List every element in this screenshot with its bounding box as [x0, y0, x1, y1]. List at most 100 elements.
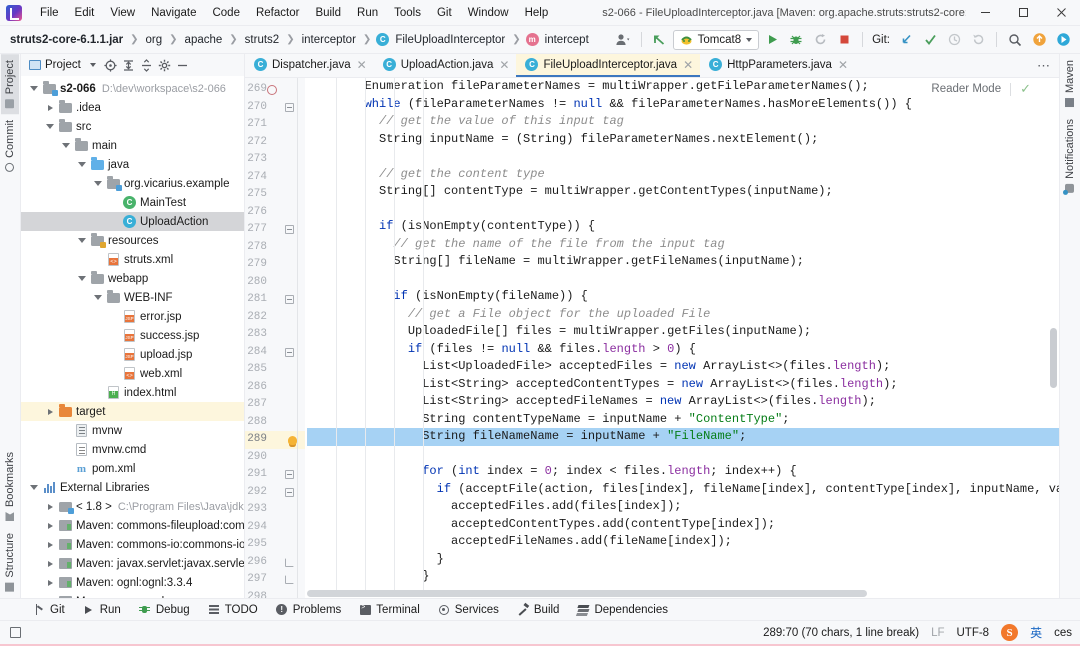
menu-item-help[interactable]: Help [517, 4, 557, 22]
chevron-down-icon[interactable] [27, 485, 41, 490]
sidebar-item-commit[interactable]: Commit [1, 114, 19, 178]
code-line[interactable]: } [307, 568, 1059, 586]
tree-node[interactable]: CMainTest [21, 193, 244, 212]
menu-item-refactor[interactable]: Refactor [248, 4, 307, 22]
code-fold-icon[interactable] [285, 225, 294, 234]
chevron-right-icon[interactable] [43, 561, 57, 567]
tree-node[interactable]: error.jsp [21, 307, 244, 326]
tree-node[interactable]: target [21, 402, 244, 421]
minimize-button[interactable] [966, 0, 1004, 26]
tree-node[interactable]: WEB-INF [21, 288, 244, 307]
back-arrow-icon[interactable] [649, 29, 671, 51]
input-method-language[interactable]: 英 [1030, 624, 1042, 641]
chevron-down-icon[interactable] [75, 276, 89, 281]
maximize-button[interactable] [1004, 0, 1042, 26]
code-line[interactable]: while (fileParameterNames != null && fil… [307, 96, 1059, 114]
sidebar-item-structure[interactable]: Structure [1, 527, 19, 598]
chevron-down-icon[interactable] [91, 295, 105, 300]
breadcrumb-item-jar[interactable]: struts2-core-6.1.1.jar [8, 33, 125, 47]
tree-node[interactable]: Maven: ognl:ognl:3.3.4 [21, 573, 244, 592]
tool-window-button-run[interactable]: Run [74, 602, 130, 618]
code-fold-icon[interactable] [285, 103, 294, 112]
menu-item-navigate[interactable]: Navigate [143, 4, 204, 22]
code-fold-icon[interactable] [285, 558, 294, 567]
breadcrumb-item-method[interactable]: m intercept [526, 33, 591, 47]
horizontal-scrollbar[interactable] [307, 590, 867, 597]
run-configuration-selector[interactable]: Tomcat8 [673, 30, 759, 50]
code-line[interactable] [307, 201, 1059, 219]
reader-mode-indicator[interactable]: Reader Mode ✓ [925, 81, 1031, 97]
tool-window-button-debug[interactable]: Debug [130, 602, 199, 618]
file-encoding[interactable]: UTF-8 [956, 627, 989, 639]
code-line[interactable] [307, 148, 1059, 166]
code-line[interactable]: String inputName = (String) fileParamete… [307, 131, 1059, 149]
avatar-dropdown-button[interactable] [612, 29, 634, 51]
editor-gutter[interactable]: 2692702712722732742752762772782792802812… [245, 78, 305, 598]
code-fold-icon[interactable] [285, 575, 294, 584]
rerun-button[interactable] [809, 29, 831, 51]
code-line[interactable]: acceptedFiles.add(files[index]); [307, 498, 1059, 516]
close-button[interactable] [1042, 0, 1080, 26]
tree-node[interactable]: upload.jsp [21, 345, 244, 364]
git-commit-icon[interactable] [919, 29, 941, 51]
tree-node[interactable]: s2-066D:\dev\workspace\s2-066 [21, 79, 244, 98]
tool-window-button-problems[interactable]: !Problems [267, 602, 351, 618]
tree-node[interactable]: src [21, 117, 244, 136]
tree-node[interactable]: Maven: commons-io:commons-io:2 [21, 535, 244, 554]
chevron-right-icon[interactable] [43, 580, 57, 586]
notifications-icon[interactable] [1028, 29, 1050, 51]
menu-item-build[interactable]: Build [307, 4, 349, 22]
tree-node[interactable]: mvnw.cmd [21, 440, 244, 459]
chevron-down-icon[interactable] [59, 143, 73, 148]
code-line[interactable]: acceptedContentTypes.add(contentType[ind… [307, 516, 1059, 534]
editor-tab[interactable]: CDispatcher.java✕ [245, 54, 374, 77]
code-line[interactable]: List<String> acceptedFileNames = new Arr… [307, 393, 1059, 411]
code-fold-icon[interactable] [285, 488, 294, 497]
code-line[interactable]: List<String> acceptedContentTypes = new … [307, 376, 1059, 394]
sidebar-item-project[interactable]: Project [1, 54, 19, 114]
sidebar-item-bookmarks[interactable]: Bookmarks [1, 446, 19, 527]
chevron-down-icon[interactable] [91, 181, 105, 186]
code-line[interactable]: if (isNonEmpty(fileName)) { [307, 288, 1059, 306]
window-layout-icon[interactable] [10, 627, 21, 638]
tool-window-button-dependencies[interactable]: Dependencies [568, 602, 677, 618]
run-button[interactable] [761, 29, 783, 51]
chevron-down-icon[interactable] [27, 86, 41, 91]
code-line[interactable]: List<UploadedFile> acceptedFiles = new A… [307, 358, 1059, 376]
chevron-right-icon[interactable] [43, 542, 57, 548]
code-line[interactable]: String fileNameName = inputName + "FileN… [307, 428, 1059, 446]
tree-node[interactable]: webapp [21, 269, 244, 288]
menu-item-window[interactable]: Window [460, 4, 517, 22]
menu-item-file[interactable]: File [32, 4, 67, 22]
menu-item-run[interactable]: Run [349, 4, 386, 22]
tool-window-button-git[interactable]: Git [24, 602, 74, 618]
tree-node[interactable]: index.html [21, 383, 244, 402]
menu-item-tools[interactable]: Tools [386, 4, 429, 22]
target-icon[interactable] [103, 57, 119, 73]
code-scroll-area[interactable]: Enumeration fileParameterNames = multiWr… [305, 78, 1059, 598]
chevron-down-icon[interactable] [75, 238, 89, 243]
tree-node[interactable]: Maven: commons-fileupload:comm [21, 516, 244, 535]
tree-node[interactable]: Maven: javax.servlet:javax.servlet-a [21, 554, 244, 573]
breadcrumb-item-apache[interactable]: apache [183, 33, 225, 47]
tool-window-button-todo[interactable]: TODO [199, 602, 267, 618]
menu-item-git[interactable]: Git [429, 4, 460, 22]
editor-tab[interactable]: CUploadAction.java✕ [374, 54, 517, 77]
code-line[interactable]: if (files != null && files.length > 0) { [307, 341, 1059, 359]
search-everywhere-icon[interactable] [1004, 29, 1026, 51]
collapse-all-icon[interactable] [139, 57, 155, 73]
sidebar-item-maven[interactable]: Maven [1061, 54, 1079, 113]
breakpoint-icon[interactable] [267, 85, 277, 95]
editor-tab[interactable]: CFileUploadInterceptor.java✕ [516, 54, 700, 77]
close-icon[interactable]: ✕ [683, 59, 693, 71]
minimize-panel-icon[interactable] [175, 57, 191, 73]
code-line[interactable]: UploadedFile[] files = multiWrapper.getF… [307, 323, 1059, 341]
tree-node[interactable]: Maven: org.apache.commons:comm [21, 592, 244, 598]
tree-node[interactable]: CUploadAction [21, 212, 244, 231]
git-rollback-icon[interactable] [967, 29, 989, 51]
code-line[interactable]: // get the name of the file from the inp… [307, 236, 1059, 254]
tree-node[interactable]: success.jsp [21, 326, 244, 345]
code-line[interactable] [307, 271, 1059, 289]
code-line[interactable]: if (acceptFile(action, files[index], fil… [307, 481, 1059, 499]
breadcrumb-item-org[interactable]: org [144, 33, 165, 47]
